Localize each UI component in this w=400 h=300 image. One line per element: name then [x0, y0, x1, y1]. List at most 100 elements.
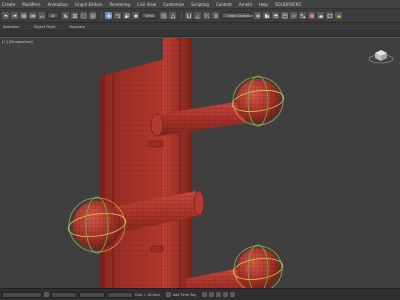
menu-graph-editors[interactable]: Graph Editors	[75, 2, 102, 7]
select-and-rotate-button[interactable]	[114, 12, 122, 19]
lower-handle	[185, 248, 279, 288]
render-icon	[336, 14, 341, 18]
material-editor-button[interactable]	[308, 12, 316, 19]
redo-icon	[12, 13, 17, 17]
scene-render	[67, 38, 285, 288]
play-icon[interactable]	[201, 292, 207, 297]
schematic-icon	[300, 13, 305, 18]
menu-modifiers[interactable]: Modifiers	[22, 2, 40, 7]
render-production-button[interactable]	[335, 12, 343, 19]
schematic-view-button[interactable]	[299, 12, 307, 19]
menu-solidrocks[interactable]: SOLIDROCKS	[275, 2, 301, 7]
rotate-icon	[115, 13, 120, 18]
magnet-icon	[186, 13, 191, 18]
angle-snap-button[interactable]	[194, 12, 202, 19]
select-manipulate-button[interactable]	[169, 12, 177, 19]
render-frame-icon	[327, 13, 333, 18]
key-mode-icon[interactable]	[215, 292, 221, 297]
curve-editor-button[interactable]	[290, 12, 298, 19]
tab-populate[interactable]: Populate	[69, 25, 85, 29]
wall-panel	[100, 59, 165, 288]
maxscript-listener-field[interactable]	[2, 291, 42, 298]
snaps-toggle-button[interactable]	[185, 12, 193, 19]
mirror-button[interactable]	[254, 12, 262, 19]
orbit-icon[interactable]	[229, 292, 235, 297]
status-bar: Grid = 10.0cm Add Time Tag	[0, 288, 400, 300]
viewport-label[interactable]: [+] [Perspective]	[2, 40, 33, 44]
window-crossing-icon	[90, 13, 95, 18]
zoom-icon[interactable]	[222, 292, 228, 297]
selection-filter-value: All	[51, 13, 56, 18]
viewcube-icon[interactable]	[368, 46, 394, 64]
tab-selection[interactable]: Selection	[3, 25, 20, 29]
selection-filter-dropdown[interactable]: All	[47, 12, 60, 19]
layer-explorer-button[interactable]	[272, 12, 280, 19]
render-frame-button[interactable]	[326, 12, 334, 19]
next-frame-icon[interactable]	[208, 292, 214, 297]
named-selection-sets-dropdown[interactable]: Create Selection Se	[221, 12, 259, 19]
coordinate-y-field[interactable]	[79, 291, 105, 298]
space-warp-icon	[39, 15, 44, 18]
rectangle-selection-icon	[81, 13, 86, 18]
menu-content[interactable]: Content	[216, 2, 232, 7]
link-button[interactable]	[20, 12, 27, 19]
menu-civil-view[interactable]: Civil View	[137, 2, 156, 7]
ribbon-tabs: Selection Object Paint Populate	[0, 23, 400, 31]
select-and-place-button[interactable]	[132, 12, 140, 19]
toolbar-divider	[101, 11, 103, 20]
scene-explorer-button[interactable]	[281, 12, 289, 19]
menu-customize[interactable]: Customize	[163, 2, 184, 7]
menu-rendering[interactable]: Rendering	[109, 2, 129, 7]
add-time-tag-icon[interactable]	[165, 292, 171, 297]
menu-scripting[interactable]: Scripting	[191, 2, 209, 7]
toolbar-divider	[181, 11, 183, 20]
select-by-name-button[interactable]	[71, 12, 79, 19]
menu-animation[interactable]: Animation	[48, 2, 68, 7]
percent-snap-button[interactable]	[203, 12, 211, 19]
render-setup-button[interactable]	[317, 12, 325, 19]
unlink-button[interactable]	[29, 12, 36, 19]
grid-spacing-label: Grid = 10.0cm	[135, 292, 160, 297]
pivot-icon	[161, 13, 167, 18]
align-icon	[264, 13, 269, 18]
percent-icon	[204, 13, 209, 18]
select-and-move-button[interactable]	[105, 12, 113, 19]
spinner-snap-button[interactable]	[212, 12, 220, 19]
bind-space-warp-button[interactable]	[38, 12, 45, 19]
material-sphere-icon	[309, 13, 314, 18]
list-icon	[72, 13, 77, 18]
teapot-icon	[318, 14, 323, 18]
scale-icon	[124, 13, 129, 18]
undo-icon	[3, 13, 8, 17]
coordinate-z-field[interactable]	[107, 291, 133, 298]
pivot-point-button[interactable]	[160, 12, 168, 19]
curve-editor-icon	[291, 13, 297, 18]
reference-coordinate-dropdown[interactable]: View	[141, 12, 158, 19]
redo-button[interactable]	[11, 12, 18, 19]
tab-object-paint[interactable]: Object Paint	[34, 25, 56, 29]
move-icon	[106, 13, 112, 18]
select-object-button[interactable]	[62, 12, 70, 19]
menu-help[interactable]: Help	[259, 2, 268, 7]
selection-lock-icon[interactable]	[44, 292, 49, 297]
layers-icon	[273, 13, 279, 18]
menu-create[interactable]: Create	[2, 2, 15, 7]
reference-coordinate-value: View	[145, 13, 154, 18]
link-icon	[20, 13, 27, 18]
menu-bar: Create Modifiers Animation Graph Editors…	[0, 0, 400, 9]
undo-button[interactable]	[2, 12, 9, 19]
angle-snap-icon	[195, 13, 200, 18]
scene-explorer-icon	[282, 13, 288, 18]
rect-selection-button[interactable]	[80, 12, 88, 19]
align-button[interactable]	[263, 12, 271, 19]
coordinate-x-field[interactable]	[51, 291, 77, 298]
window-crossing-button[interactable]	[89, 12, 97, 19]
vertical-pole	[163, 38, 192, 288]
select-and-scale-button[interactable]	[123, 12, 131, 19]
place-icon	[133, 13, 138, 18]
spinner-icon	[214, 13, 218, 18]
perspective-viewport[interactable]: [+] [Perspective]	[0, 37, 400, 288]
add-time-tag-label[interactable]: Add Time Tag	[173, 293, 196, 297]
menu-arnold[interactable]: Arnold	[239, 2, 252, 7]
unlink-icon	[29, 14, 36, 17]
